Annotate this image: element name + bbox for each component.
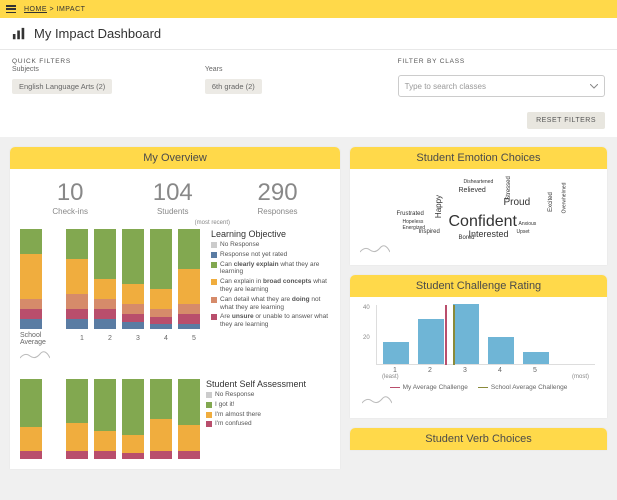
verbs-title: Student Verb Choices bbox=[350, 428, 607, 450]
stat-students: 104 bbox=[153, 179, 193, 207]
breadcrumb: HOME > IMPACT bbox=[24, 6, 85, 13]
challenge-chart: 4020 bbox=[376, 305, 595, 365]
quick-filters-label: QUICK FILTERS bbox=[12, 58, 185, 65]
breadcrumb-current: IMPACT bbox=[57, 6, 86, 13]
emotions-title: Student Emotion Choices bbox=[350, 147, 607, 169]
most-recent-label: (most recent) bbox=[20, 220, 330, 226]
self-assessment-legend: Student Self AssessmentNo ResponseI got … bbox=[206, 379, 330, 459]
class-select[interactable]: Type to search classes bbox=[398, 75, 605, 97]
filter-class-label: FILTER BY CLASS bbox=[398, 58, 605, 65]
reset-filters-button[interactable]: RESET FILTERS bbox=[527, 112, 605, 129]
stat-responses: 290 bbox=[258, 179, 298, 207]
sparkline-icon bbox=[362, 395, 392, 405]
page-title: My Impact Dashboard bbox=[34, 26, 161, 41]
learning-objective-legend: Learning ObjectiveNo ResponseResponse no… bbox=[211, 229, 330, 365]
years-chip[interactable]: 6th grade (2) bbox=[205, 79, 262, 94]
breadcrumb-home[interactable]: HOME bbox=[24, 6, 47, 13]
sparkline-icon bbox=[20, 350, 50, 360]
learning-objective-chart bbox=[20, 229, 205, 329]
self-assessment-chart bbox=[20, 379, 200, 459]
stat-checkins: 10 bbox=[52, 179, 88, 207]
menu-icon[interactable] bbox=[6, 5, 16, 13]
overview-title: My Overview bbox=[10, 147, 340, 169]
chevron-down-icon bbox=[590, 84, 598, 89]
emotion-word-cloud: ConfidentInterestedProudHappyRelievedBor… bbox=[350, 169, 607, 244]
years-label: Years bbox=[205, 66, 378, 73]
bar-chart-icon bbox=[12, 27, 26, 41]
class-placeholder: Type to search classes bbox=[405, 82, 486, 91]
subjects-chip[interactable]: English Language Arts (2) bbox=[12, 79, 112, 94]
subjects-label: Subjects bbox=[12, 66, 185, 73]
sparkline-icon bbox=[360, 244, 390, 254]
challenge-title: Student Challenge Rating bbox=[350, 275, 607, 297]
challenge-legend: My Average Challenge School Average Chal… bbox=[362, 384, 595, 391]
